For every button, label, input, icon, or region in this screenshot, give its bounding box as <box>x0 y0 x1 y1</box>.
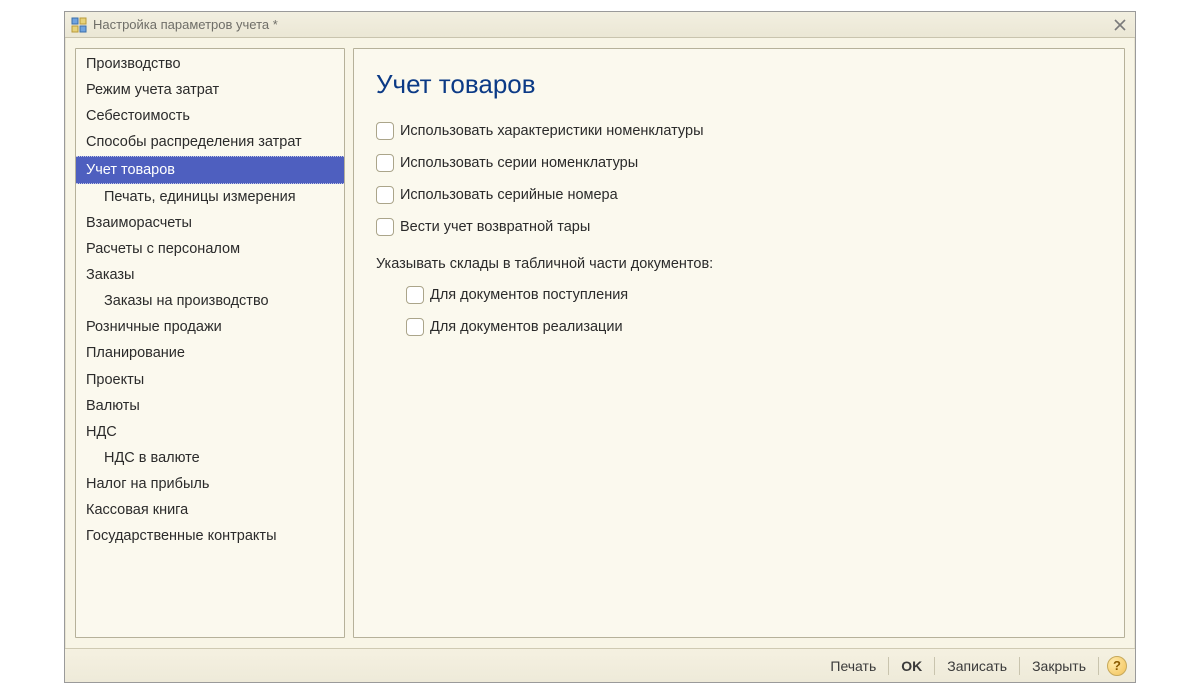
checkbox-row: Для документов реализации <box>406 318 1102 336</box>
checkbox-label: Использовать характеристики номенклатуры <box>400 123 704 139</box>
footer: Печать OK Записать Закрыть ? <box>65 648 1135 682</box>
checkbox-row: Для документов поступления <box>406 286 1102 304</box>
app-icon <box>71 17 87 33</box>
checkbox[interactable] <box>406 286 424 304</box>
titlebar: Настройка параметров учета * <box>65 12 1135 38</box>
help-icon[interactable]: ? <box>1107 656 1127 676</box>
checkbox-row: Использовать серийные номера <box>376 186 1102 204</box>
checkbox-group: Использовать характеристики номенклатуры… <box>376 122 1102 236</box>
sidebar-item[interactable]: Заказы <box>76 262 344 288</box>
separator <box>1098 657 1099 675</box>
sidebar-item[interactable]: Способы распределения затрат <box>76 129 344 155</box>
checkbox-row: Использовать серии номенклатуры <box>376 154 1102 172</box>
print-button[interactable]: Печать <box>822 656 884 676</box>
checkbox[interactable] <box>406 318 424 336</box>
ok-button[interactable]: OK <box>893 656 930 676</box>
checkbox-label: Использовать серийные номера <box>400 187 618 203</box>
checkbox-label: Вести учет возвратной тары <box>400 219 590 235</box>
warehouse-section-label: Указывать склады в табличной части докум… <box>376 256 1102 272</box>
separator <box>888 657 889 675</box>
separator <box>934 657 935 675</box>
sidebar-item[interactable]: Планирование <box>76 340 344 366</box>
sidebar-item[interactable]: НДС <box>76 419 344 445</box>
checkbox[interactable] <box>376 186 394 204</box>
sidebar-item[interactable]: Валюты <box>76 393 344 419</box>
sidebar-item[interactable]: Государственные контракты <box>76 523 344 549</box>
sidebar-item[interactable]: Себестоимость <box>76 103 344 129</box>
sidebar-item[interactable]: Расчеты с персоналом <box>76 236 344 262</box>
close-icon[interactable] <box>1111 16 1129 34</box>
checkbox[interactable] <box>376 154 394 172</box>
sidebar-item[interactable]: НДС в валюте <box>76 445 344 471</box>
checkbox-label: Для документов поступления <box>430 287 628 303</box>
warehouse-checkbox-group: Для документов поступления Для документов… <box>376 286 1102 336</box>
close-button[interactable]: Закрыть <box>1024 656 1094 676</box>
save-button[interactable]: Записать <box>939 656 1015 676</box>
separator <box>1019 657 1020 675</box>
checkbox-label: Использовать серии номенклатуры <box>400 155 638 171</box>
sidebar-item[interactable]: Печать, единицы измерения <box>76 184 344 210</box>
checkbox[interactable] <box>376 122 394 140</box>
sidebar-item[interactable]: Учет товаров <box>76 156 344 184</box>
sidebar-item[interactable]: Производство <box>76 51 344 77</box>
sidebar-item[interactable]: Заказы на производство <box>76 288 344 314</box>
sidebar-item[interactable]: Взаиморасчеты <box>76 210 344 236</box>
checkbox-label: Для документов реализации <box>430 319 623 335</box>
window-title: Настройка параметров учета * <box>93 17 1111 32</box>
sidebar-item[interactable]: Проекты <box>76 367 344 393</box>
checkbox[interactable] <box>376 218 394 236</box>
checkbox-row: Вести учет возвратной тары <box>376 218 1102 236</box>
main-panel: Учет товаров Использовать характеристики… <box>353 48 1125 638</box>
page-title: Учет товаров <box>376 69 1102 100</box>
checkbox-row: Использовать характеристики номенклатуры <box>376 122 1102 140</box>
settings-window: Настройка параметров учета * Производств… <box>64 11 1136 683</box>
sidebar-item[interactable]: Кассовая книга <box>76 497 344 523</box>
sidebar: ПроизводствоРежим учета затратСебестоимо… <box>75 48 345 638</box>
sidebar-item[interactable]: Розничные продажи <box>76 314 344 340</box>
sidebar-item[interactable]: Режим учета затрат <box>76 77 344 103</box>
sidebar-item[interactable]: Налог на прибыль <box>76 471 344 497</box>
body: ПроизводствоРежим учета затратСебестоимо… <box>65 38 1135 648</box>
